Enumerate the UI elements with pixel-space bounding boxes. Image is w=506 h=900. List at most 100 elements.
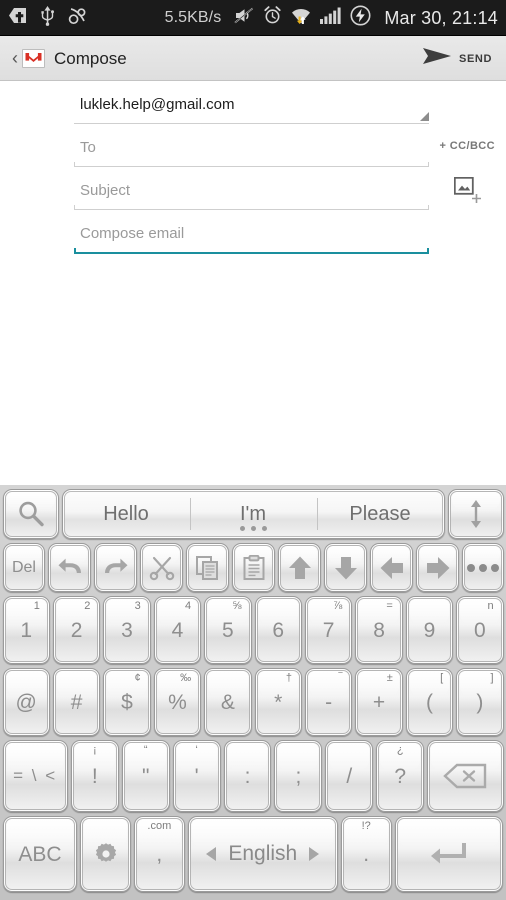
key-question[interactable]: ¿? [376, 740, 425, 812]
arrow-down-key[interactable] [324, 543, 368, 592]
redo-icon [102, 555, 130, 581]
cc-bcc-button[interactable]: + CC/BCC [440, 140, 495, 152]
copy-key[interactable] [186, 543, 230, 592]
key-label: " [141, 764, 150, 788]
key-label: 5 [221, 618, 234, 642]
key-label: ? [394, 764, 407, 788]
triangle-left-icon[interactable] [206, 847, 217, 861]
key-plus[interactable]: ± + [355, 668, 403, 736]
space-key[interactable]: English [187, 816, 338, 892]
number-row: 11 22 33 44 ⅝5 6 ⅞7 = 8 9 n0 [1, 594, 505, 666]
key-hyphen[interactable]: ‾ - [304, 668, 353, 736]
key-label: ( [425, 690, 433, 714]
key-6[interactable]: 6 [254, 596, 302, 664]
scissors-icon [148, 555, 176, 581]
symbol-page-key[interactable]: = \ < [2, 740, 68, 812]
suggestion-search-key[interactable] [2, 489, 59, 539]
key-asterisk[interactable]: † * [254, 668, 302, 736]
key-hint: [ [440, 672, 444, 684]
key-percent[interactable]: ‰% [153, 668, 202, 736]
mute-icon [234, 7, 254, 29]
suggestion-item[interactable]: I'm [189, 490, 317, 538]
key-dollar[interactable]: ¢ $ [103, 668, 151, 736]
key-4[interactable]: 44 [153, 596, 202, 664]
suggestion-strip: Hello I'm Please [61, 489, 445, 539]
back-button[interactable]: ‹ [10, 49, 22, 69]
key-9[interactable]: 9 [405, 596, 454, 664]
suggestion-item[interactable]: Please [316, 490, 444, 538]
key-hint: ] [490, 672, 494, 684]
del-key[interactable]: Del [2, 543, 46, 592]
key-hint: = [386, 600, 393, 612]
from-dropdown-caret-icon[interactable] [420, 112, 429, 121]
key-slash[interactable]: / [325, 740, 374, 812]
send-icon [422, 46, 452, 71]
key-5[interactable]: ⅝5 [204, 596, 252, 664]
suggestion-row: Hello I'm Please [1, 487, 505, 541]
period-key[interactable]: !? . [340, 816, 392, 892]
key-paren-open[interactable]: [( [405, 668, 454, 736]
alarm-icon [263, 6, 282, 30]
keyboard-resize-key[interactable] [447, 489, 504, 539]
key-semicolon[interactable]: ; [274, 740, 323, 812]
key-hint: “ [143, 744, 148, 756]
gear-icon [92, 840, 120, 868]
from-field[interactable]: luklek.help@gmail.com [74, 81, 429, 124]
key-quote-single[interactable]: ‘' [172, 740, 221, 812]
key-1[interactable]: 11 [2, 596, 50, 664]
arrow-right-key[interactable] [416, 543, 460, 592]
to-field-row: To + CC/BCC [0, 124, 506, 167]
arrow-up-key[interactable] [278, 543, 322, 592]
add-image-icon[interactable] [453, 176, 484, 212]
backspace-key[interactable] [427, 740, 504, 812]
key-quote-double[interactable]: “" [121, 740, 170, 812]
network-speed: 5.5KB/s [164, 9, 222, 26]
key-label: 1 [20, 618, 33, 642]
cut-key[interactable] [140, 543, 184, 592]
key-7[interactable]: ⅞7 [304, 596, 353, 664]
key-exclam[interactable]: ¡! [70, 740, 119, 812]
settings-key[interactable] [80, 816, 132, 892]
clipboard-icon [242, 554, 266, 581]
comma-key[interactable]: .com , [134, 816, 185, 892]
compose-empty-area [0, 254, 506, 459]
redo-key[interactable] [94, 543, 138, 592]
comma-label: , [156, 842, 163, 866]
key-hint: ¢ [134, 672, 141, 684]
to-field[interactable]: To [74, 124, 429, 167]
abc-layout-key[interactable]: ABC [2, 816, 78, 892]
body-underline-active [74, 248, 429, 254]
triangle-right-icon[interactable] [309, 847, 320, 861]
arrow-down-icon [333, 555, 359, 581]
key-hint: n [487, 600, 494, 612]
battery-charging-icon [350, 5, 371, 31]
back-plus-icon [8, 7, 27, 29]
page-title: Compose [54, 48, 127, 68]
key-2[interactable]: 22 [52, 596, 101, 664]
paste-key[interactable] [232, 543, 276, 592]
key-at[interactable]: @ [2, 668, 50, 736]
key-colon[interactable]: : [223, 740, 272, 812]
arrow-left-key[interactable] [370, 543, 414, 592]
key-3[interactable]: 33 [103, 596, 151, 664]
key-8[interactable]: = 8 [355, 596, 403, 664]
key-label: + [372, 690, 386, 714]
undo-key[interactable] [48, 543, 92, 592]
key-label: 8 [373, 618, 385, 642]
key-0[interactable]: n0 [456, 596, 504, 664]
send-label: SEND [459, 52, 492, 65]
subject-field[interactable]: Subject [74, 167, 429, 210]
suggestion-item[interactable]: Hello [63, 490, 190, 538]
more-key[interactable] [462, 543, 504, 592]
send-button[interactable]: SEND [422, 46, 496, 71]
link-icon [68, 6, 87, 30]
key-ampersand[interactable]: & [204, 668, 252, 736]
key-hint: 3 [134, 600, 141, 612]
key-paren-close[interactable]: ]) [456, 668, 504, 736]
arrow-up-icon [287, 555, 313, 581]
key-hash[interactable]: # [52, 668, 101, 736]
enter-key[interactable] [394, 816, 504, 892]
space-language-switcher[interactable]: English [206, 842, 320, 866]
body-field[interactable]: Compose email [74, 210, 429, 254]
usb-icon [40, 5, 55, 31]
